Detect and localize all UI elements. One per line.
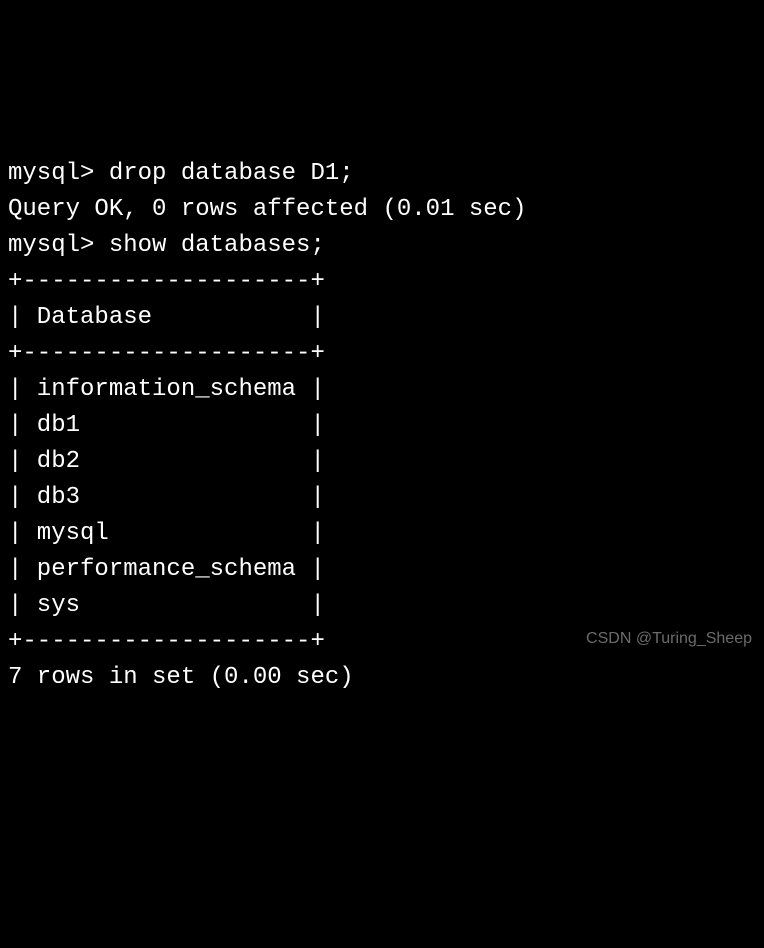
table-border-mid: +--------------------+ — [8, 336, 756, 372]
command-text: show databases; — [109, 232, 325, 259]
table-row: | db1 | — [8, 408, 756, 444]
terminal-output[interactable]: mysql> drop database D1;Query OK, 0 rows… — [8, 156, 756, 696]
table-header-row: | Database | — [8, 300, 756, 336]
mysql-prompt: mysql> — [8, 232, 109, 259]
table-border-top: +--------------------+ — [8, 264, 756, 300]
result-summary-line: 7 rows in set (0.00 sec) — [8, 660, 756, 696]
query-result-line: Query OK, 0 rows affected (0.01 sec) — [8, 192, 756, 228]
table-row: | db2 | — [8, 444, 756, 480]
table-row: | db3 | — [8, 480, 756, 516]
command-line-1: mysql> drop database D1; — [8, 156, 756, 192]
table-row: | mysql | — [8, 516, 756, 552]
command-line-2: mysql> show databases; — [8, 228, 756, 264]
table-row: | performance_schema | — [8, 552, 756, 588]
table-row: | information_schema | — [8, 372, 756, 408]
table-row: | sys | — [8, 588, 756, 624]
mysql-prompt: mysql> — [8, 160, 109, 187]
command-text: drop database D1; — [109, 160, 354, 187]
watermark-text: CSDN @Turing_Sheep — [586, 627, 752, 651]
